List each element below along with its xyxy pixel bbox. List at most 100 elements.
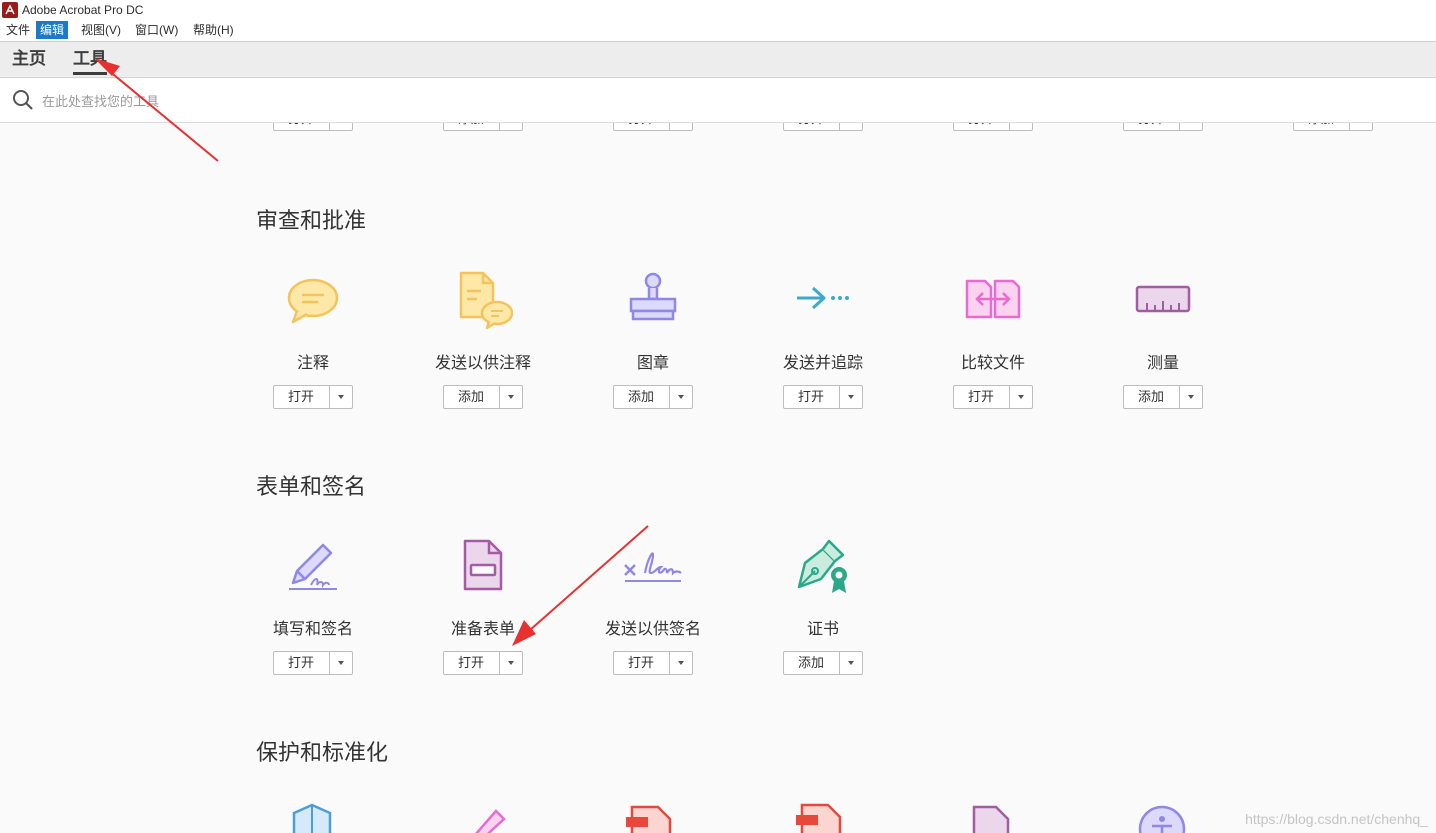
accessibility-icon (1138, 805, 1186, 833)
menu-bar: 文件 编辑 视图(V) 窗口(W) 帮助(H) (0, 20, 1436, 42)
redact-document-icon (626, 805, 672, 833)
tool-button-group: 打开 (273, 385, 353, 409)
menu-window[interactable]: 窗口(W) (131, 21, 182, 39)
certificate-pen-icon (797, 539, 847, 593)
tool-add-button[interactable]: 添加 (444, 123, 498, 130)
tool-open-button[interactable]: 打开 (614, 123, 668, 130)
ruler-icon (1135, 285, 1191, 313)
tool-button-group: 添加 (613, 385, 693, 409)
chevron-down-icon[interactable] (329, 386, 353, 408)
speech-bubble-icon (287, 278, 339, 324)
tool-add-button[interactable]: 添加 (614, 386, 668, 408)
acrobat-logo-icon (2, 2, 18, 18)
chevron-down-icon[interactable] (499, 652, 523, 674)
tab-tools[interactable]: 工具 (73, 48, 107, 75)
tool-button-group: 添加 (443, 123, 523, 131)
tool-add-button[interactable]: 添加 (784, 652, 838, 674)
tool-certificates[interactable]: 证书 添加 (738, 537, 908, 697)
tool-compare-files[interactable]: 比较文件 打开 (908, 271, 1078, 431)
tool-open-button[interactable]: 打开 (274, 123, 328, 130)
chevron-down-icon[interactable] (1009, 386, 1033, 408)
menu-file[interactable]: 文件 (2, 21, 34, 39)
section-title-forms: 表单和签名 (256, 475, 367, 500)
tool-button-group: 打开 (783, 385, 863, 409)
shield-icon (292, 803, 332, 833)
tool-open-button[interactable]: 打开 (1124, 123, 1178, 130)
chevron-down-icon[interactable] (329, 123, 353, 130)
chevron-down-icon[interactable] (499, 123, 523, 130)
chevron-down-icon[interactable] (669, 386, 693, 408)
chevron-down-icon[interactable] (1349, 123, 1373, 130)
tool-measure[interactable]: 测量 添加 (1078, 271, 1248, 431)
tool-button-group: 打开 (783, 123, 863, 131)
tool-stamp[interactable]: 图章 添加 (568, 271, 738, 431)
tab-home[interactable]: 主页 (12, 48, 46, 72)
chevron-down-icon[interactable] (839, 123, 863, 130)
tool-name: 比较文件 (960, 355, 1025, 372)
standard-document-icon (972, 805, 1010, 833)
chevron-down-icon[interactable] (1179, 123, 1203, 130)
tool-open-button[interactable]: 打开 (784, 386, 838, 408)
tool-open-button[interactable]: 打开 (954, 386, 1008, 408)
tool-send-for-signature[interactable]: 发送以供签名 打开 (568, 537, 738, 697)
tool-button-group: 打开 (953, 123, 1033, 131)
chevron-down-icon[interactable] (669, 123, 693, 130)
tool-open-button[interactable]: 打开 (784, 123, 838, 130)
tool-fill-and-sign[interactable]: 填写和签名 打开 (228, 537, 398, 697)
tool-open-button[interactable]: 打开 (274, 386, 328, 408)
chevron-down-icon[interactable] (329, 652, 353, 674)
tool-button-group: 打开 (1123, 123, 1203, 131)
tool-send-for-comments[interactable]: 发送以供注释 添加 (398, 271, 568, 431)
tool-button-group: 添加 (783, 651, 863, 675)
tool-open-button[interactable]: 打开 (444, 652, 498, 674)
window-title: Adobe Acrobat Pro DC (22, 3, 144, 17)
tool-send-and-track[interactable]: 发送并追踪 打开 (738, 271, 908, 431)
compare-files-icon (965, 279, 1021, 319)
chevron-down-icon[interactable] (499, 386, 523, 408)
chevron-down-icon[interactable] (839, 386, 863, 408)
watermark: https://blog.csdn.net/chenhq_ (1245, 811, 1428, 827)
document-comment-icon (459, 271, 513, 330)
chevron-down-icon[interactable] (1009, 123, 1033, 130)
tool-add-button[interactable]: 添加 (444, 386, 498, 408)
tool-button-group: 打开 (273, 651, 353, 675)
tool-add-button[interactable]: 添加 (1124, 386, 1178, 408)
tab-bar: 主页 工具 (0, 42, 1436, 78)
pen-sign-icon (289, 543, 337, 590)
tool-comment[interactable]: 注释 打开 (228, 271, 398, 431)
menu-view[interactable]: 视图(V) (77, 21, 125, 39)
eraser-pen-icon (475, 809, 506, 833)
stamp-icon (629, 272, 677, 321)
search-icon (13, 90, 33, 110)
tool-prepare-form[interactable]: 准备表单 打开 (398, 537, 568, 697)
tool-button-group: 添加 (443, 385, 523, 409)
tool-button-group: 打开 (953, 385, 1033, 409)
section-title-review: 审查和批准 (256, 209, 367, 234)
tool-name: 发送并追踪 (782, 355, 863, 372)
chevron-down-icon[interactable] (669, 652, 693, 674)
tool-open-button[interactable]: 打开 (274, 652, 328, 674)
title-bar: Adobe Acrobat Pro DC (0, 0, 1436, 20)
menu-help[interactable]: 帮助(H) (189, 21, 238, 39)
tool-name: 测量 (1146, 355, 1179, 372)
menu-edit[interactable]: 编辑 (36, 21, 69, 39)
chevron-down-icon[interactable] (839, 652, 863, 674)
tool-add-button[interactable]: 添加 (1294, 123, 1348, 130)
form-document-icon (463, 539, 503, 591)
tool-button-group: 打开 (613, 123, 693, 131)
tool-name: 发送以供签名 (604, 621, 701, 638)
section-title-protect: 保护和标准化 (256, 741, 389, 766)
tool-open-button[interactable]: 打开 (954, 123, 1008, 130)
tool-button-group: 添加 (1123, 385, 1203, 409)
tool-open-button[interactable]: 打开 (614, 652, 668, 674)
search-input[interactable] (40, 88, 644, 114)
tool-search-bar (0, 78, 1436, 123)
tool-name: 图章 (636, 355, 669, 372)
chevron-down-icon[interactable] (1179, 386, 1203, 408)
arrow-track-icon (797, 286, 849, 310)
tool-name: 准备表单 (450, 621, 515, 638)
tool-button-group: 打开 (273, 123, 353, 131)
tool-name: 填写和签名 (272, 621, 353, 638)
tool-name: 注释 (296, 355, 329, 372)
tools-content: 打开 添加 打开 打开 打开 (0, 123, 1436, 833)
